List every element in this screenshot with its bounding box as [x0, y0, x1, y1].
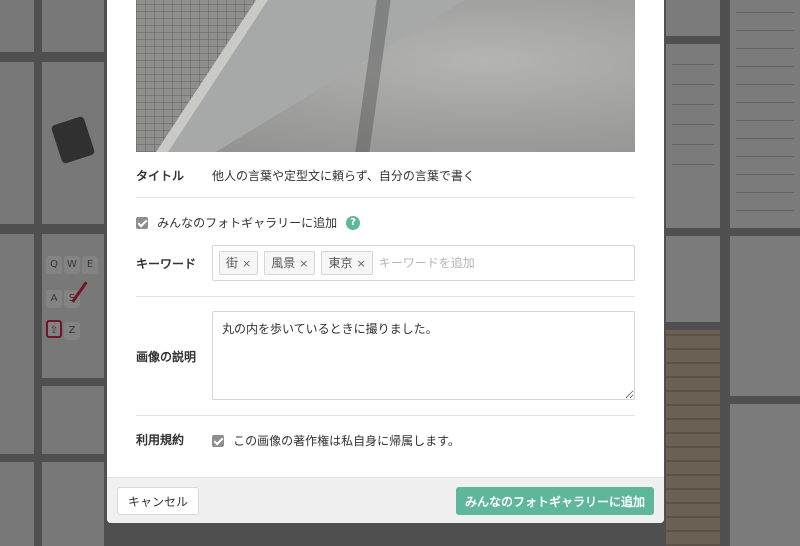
keywords-label: キーワード [136, 257, 197, 271]
keyword-tag-label: 街 [226, 256, 239, 270]
divider [136, 197, 635, 198]
add-to-gallery-button[interactable]: みんなのフォトギャラリーに追加 [456, 487, 654, 515]
keyword-tag-label: 東京 [328, 256, 353, 270]
terms-checkbox-label[interactable]: この画像の著作権は私自身に帰属します。 [233, 434, 460, 448]
keywords-row: キーワード 街 × 風景 × 東京 × [136, 245, 635, 281]
gallery-checkbox[interactable] [136, 216, 148, 229]
remove-tag-icon[interactable]: × [299, 257, 308, 270]
photo-gallery-modal: タイトル 他人の言葉や定型文に頼らず、自分の言葉で書く みんなのフォトギャラリー… [107, 0, 664, 523]
modal-footer: キャンセル みんなのフォトギャラリーに追加 [107, 477, 664, 523]
help-icon[interactable]: ? [346, 215, 361, 230]
keyword-tag: 風景 × [264, 251, 316, 275]
divider [136, 296, 635, 297]
gallery-checkbox-row: みんなのフォトギャラリーに追加 ? [136, 212, 635, 230]
remove-tag-icon[interactable]: × [242, 257, 251, 270]
remove-tag-icon[interactable]: × [356, 257, 365, 270]
keyword-input[interactable] [378, 256, 489, 270]
description-textarea[interactable]: 丸の内を歩いているときに撮りました。 [212, 311, 635, 400]
title-value: 他人の言葉や定型文に頼らず、自分の言葉で書く [212, 169, 475, 183]
cancel-button[interactable]: キャンセル [117, 487, 199, 515]
description-row: 画像の説明 丸の内を歩いているときに撮りました。 [136, 311, 635, 400]
title-label: タイトル [136, 169, 185, 183]
terms-checkbox[interactable] [212, 434, 224, 447]
keyword-tag: 東京 × [321, 251, 373, 275]
keyword-tag: 街 × [219, 251, 259, 275]
gallery-checkbox-label[interactable]: みんなのフォトギャラリーに追加 [157, 216, 337, 230]
divider [136, 415, 635, 416]
preview-image [136, 0, 635, 152]
title-row: タイトル 他人の言葉や定型文に頼らず、自分の言葉で書く [136, 166, 635, 184]
description-label: 画像の説明 [136, 350, 197, 364]
terms-row: 利用規約 この画像の著作権は私自身に帰属します。 [136, 430, 635, 448]
keyword-tag-label: 風景 [271, 256, 296, 270]
keywords-field[interactable]: 街 × 風景 × 東京 × [212, 245, 635, 281]
terms-label: 利用規約 [136, 433, 185, 447]
